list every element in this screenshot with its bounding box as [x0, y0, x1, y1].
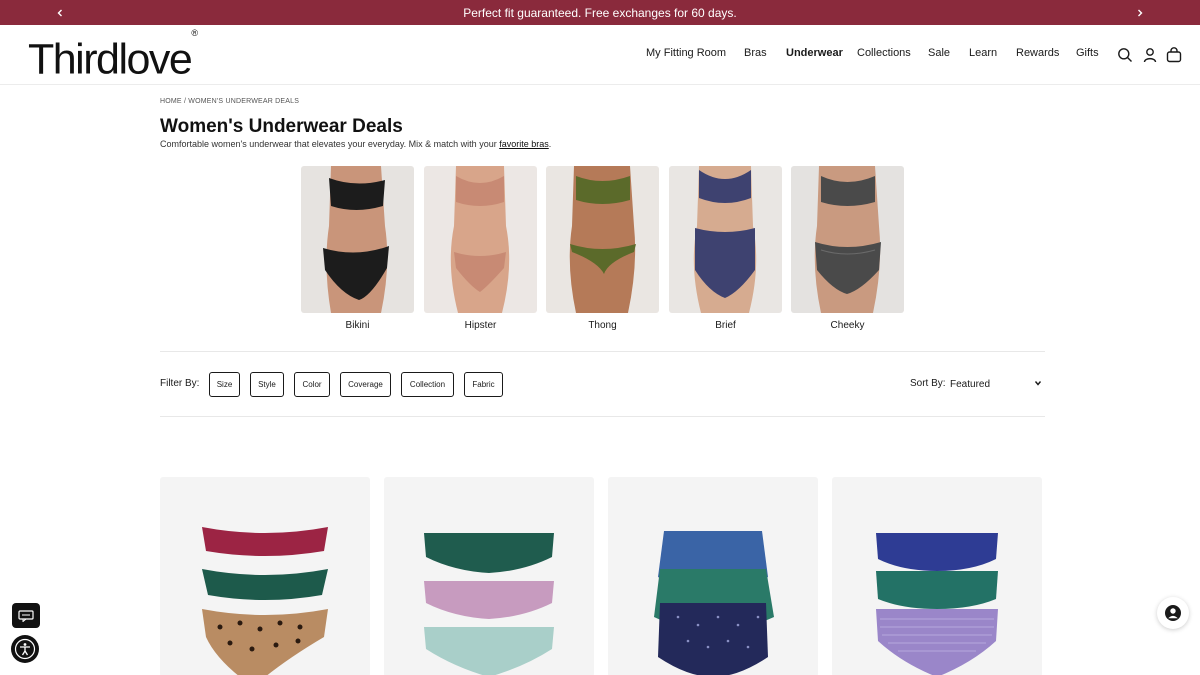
support-agent-icon[interactable]	[1157, 597, 1189, 629]
nav-gifts[interactable]: Gifts	[1076, 47, 1099, 59]
accessibility-icon[interactable]	[11, 635, 39, 663]
divider	[160, 416, 1045, 417]
nav-my-fitting-room[interactable]: My Fitting Room	[646, 47, 726, 59]
filter-color[interactable]: Color	[294, 372, 330, 397]
site-header: Thirdlove® My Fitting Room Bras Underwea…	[0, 25, 1200, 85]
subtitle-suffix: .	[548, 139, 552, 149]
announcement-bar: Perfect fit guaranteed. Free exchanges f…	[0, 0, 1200, 25]
filter-collection[interactable]: Collection	[401, 372, 454, 397]
style-label-hipster: Hipster	[464, 320, 497, 331]
nav-bras[interactable]: Bras	[744, 47, 767, 59]
style-label-cheeky: Cheeky	[830, 320, 865, 331]
product-card[interactable]	[384, 477, 594, 675]
product-card[interactable]	[832, 477, 1042, 675]
announcement-text: Perfect fit guaranteed. Free exchanges f…	[463, 5, 737, 20]
style-label-thong: Thong	[588, 320, 617, 331]
style-tile-thong[interactable]	[546, 166, 659, 313]
filter-style[interactable]: Style	[250, 372, 284, 397]
nav-rewards[interactable]: Rewards	[1016, 47, 1059, 59]
nav-collections[interactable]: Collections	[857, 47, 911, 59]
sort-select[interactable]: Featured	[950, 374, 1042, 394]
chevron-left-icon[interactable]	[48, 0, 72, 25]
page-subtitle: Comfortable women's underwear that eleva…	[160, 139, 551, 149]
account-icon[interactable]	[1142, 47, 1158, 63]
filter-fabric[interactable]: Fabric	[464, 372, 503, 397]
product-card[interactable]	[608, 477, 818, 675]
breadcrumb-separator: /	[183, 98, 187, 105]
filter-size[interactable]: Size	[209, 372, 240, 397]
style-tile-cheeky[interactable]	[791, 166, 904, 313]
style-tile-bikini[interactable]	[301, 166, 414, 313]
breadcrumb-home[interactable]: HOME	[160, 98, 182, 105]
product-card[interactable]	[160, 477, 370, 675]
chevron-right-icon[interactable]	[1128, 0, 1152, 25]
filter-coverage[interactable]: Coverage	[340, 372, 391, 397]
page-title: Women's Underwear Deals	[160, 116, 403, 137]
breadcrumb-current: WOMEN'S UNDERWEAR DEALS	[188, 98, 300, 105]
sort-selected-value: Featured	[950, 378, 991, 390]
chat-icon[interactable]	[12, 603, 40, 628]
nav-sale[interactable]: Sale	[928, 47, 950, 59]
style-tile-hipster[interactable]	[424, 166, 537, 313]
breadcrumb: HOME / WOMEN'S UNDERWEAR DEALS	[160, 98, 299, 105]
style-label-brief: Brief	[715, 320, 736, 331]
nav-learn[interactable]: Learn	[969, 47, 997, 59]
chevron-down-icon	[1034, 379, 1042, 390]
cart-icon[interactable]	[1166, 47, 1182, 63]
sort-label: Sort By:	[910, 378, 946, 389]
subtitle-text: Comfortable women's underwear that eleva…	[160, 139, 497, 149]
favorite-bras-link[interactable]: favorite bras	[499, 139, 549, 149]
search-icon[interactable]	[1117, 47, 1133, 63]
filter-label: Filter By:	[160, 378, 200, 389]
brand-logo[interactable]: Thirdlove®	[28, 28, 198, 81]
style-label-bikini: Bikini	[345, 320, 370, 331]
divider	[160, 351, 1045, 352]
nav-underwear[interactable]: Underwear	[786, 47, 843, 59]
style-tile-brief[interactable]	[669, 166, 782, 313]
